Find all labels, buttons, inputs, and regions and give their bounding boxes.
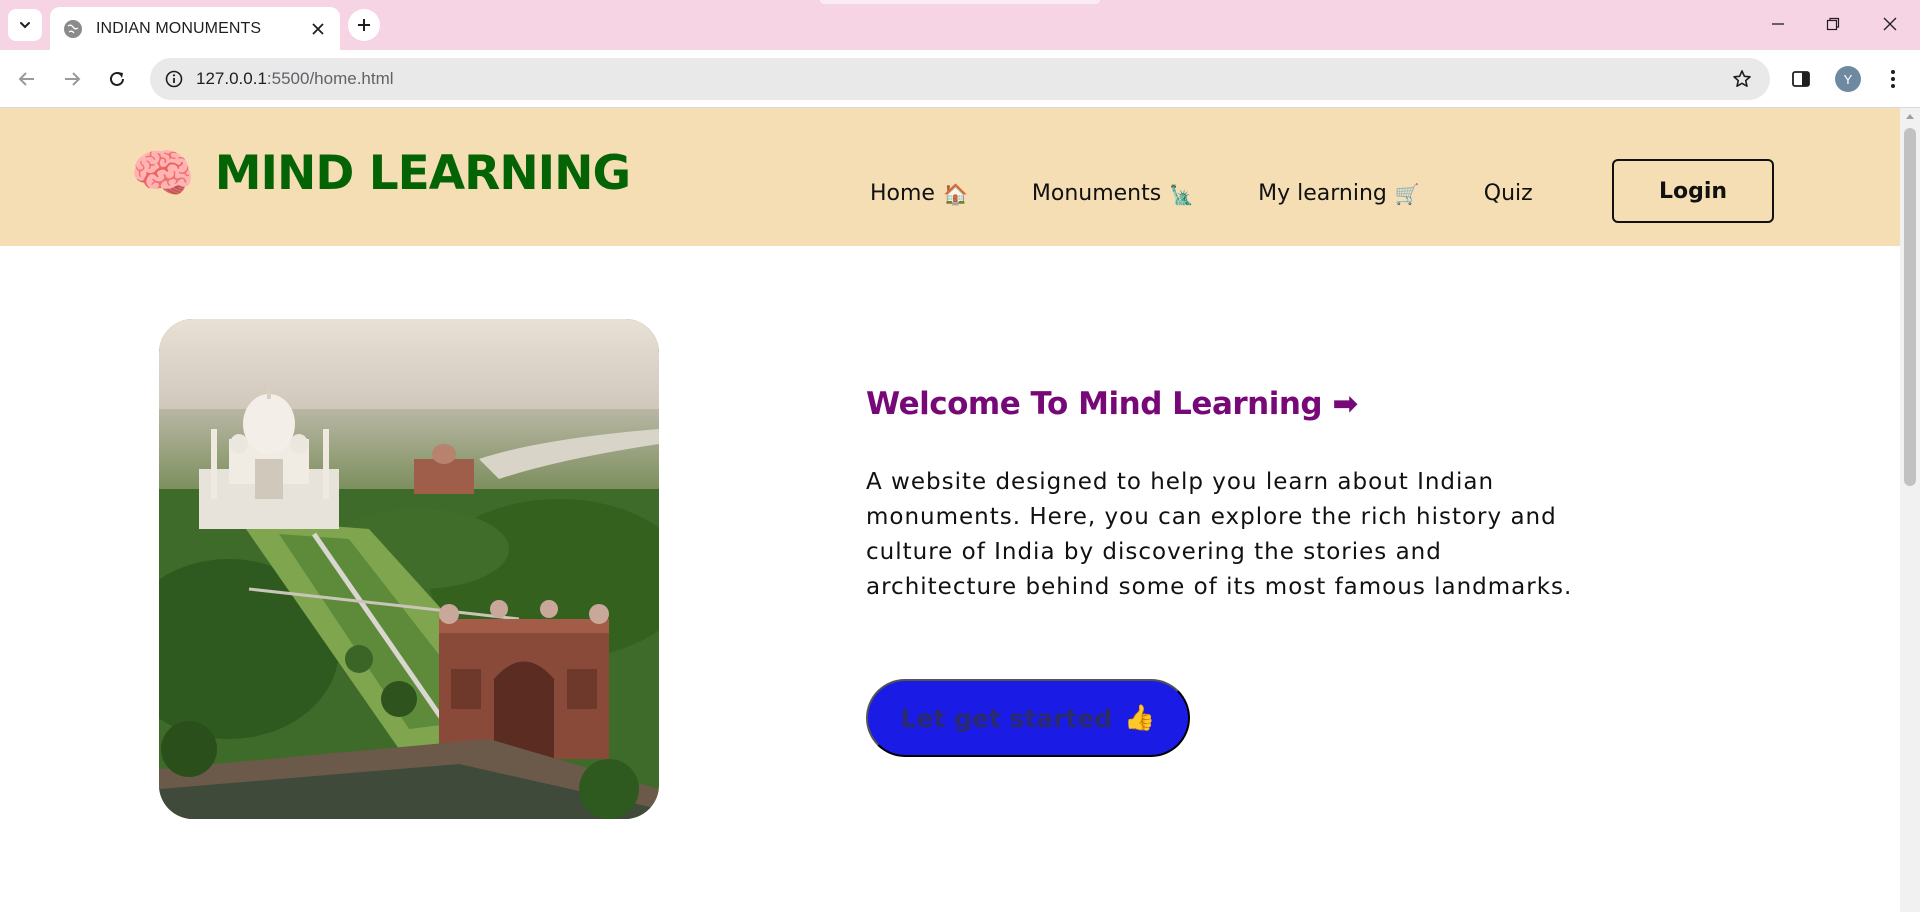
site-logo[interactable]: 🧠 MIND LEARNING	[130, 144, 631, 203]
cta-label: Let get started	[900, 703, 1113, 733]
reload-icon	[110, 71, 124, 86]
nav-label: Quiz	[1483, 181, 1533, 206]
bookmark-star-icon[interactable]	[1730, 67, 1754, 91]
scrollbar-thumb[interactable]	[1904, 128, 1916, 486]
url-path: :5500/home.html	[266, 69, 394, 88]
nav-label: Monuments	[1031, 181, 1162, 206]
window-notch	[820, 0, 1100, 4]
get-started-button[interactable]: Let get started 👍	[866, 679, 1190, 757]
page-scrollbar[interactable]	[1900, 108, 1920, 912]
reload-button[interactable]	[100, 62, 134, 96]
minimize-button[interactable]	[1760, 8, 1796, 40]
minimize-icon	[1772, 23, 1784, 25]
site-info-icon[interactable]	[162, 67, 186, 91]
welcome-heading: Welcome To Mind Learning ➡	[866, 386, 1358, 422]
browser-tab[interactable]: INDIAN MONUMENTS	[50, 7, 340, 50]
back-button[interactable]	[10, 62, 44, 96]
page-viewport: 🧠 MIND LEARNING Home 🏠 Monuments 🗽 My lear…	[0, 108, 1900, 912]
nav-link-my-learning[interactable]: My learning 🛒	[1258, 181, 1420, 206]
url-text: 127.0.0.1:5500/home.html	[196, 69, 394, 89]
taj-mahal-image	[159, 319, 659, 819]
profile-avatar[interactable]: Y	[1835, 66, 1861, 92]
statue-of-liberty-icon: 🗽	[1169, 181, 1195, 206]
arrow-right-icon	[65, 72, 81, 86]
scroll-up-icon[interactable]	[1906, 114, 1914, 119]
address-bar[interactable]: 127.0.0.1:5500/home.html	[150, 58, 1770, 100]
close-window-button[interactable]	[1872, 8, 1908, 40]
close-tab-icon[interactable]	[308, 19, 328, 39]
nav-link-quiz[interactable]: Quiz	[1484, 181, 1533, 206]
forward-button[interactable]	[55, 62, 89, 96]
side-panel-icon[interactable]	[1788, 66, 1814, 92]
tab-search-button[interactable]	[8, 9, 42, 41]
nav-link-monuments[interactable]: Monuments 🗽	[1032, 181, 1194, 206]
cart-icon: 🛒	[1394, 181, 1420, 206]
nav-label: My learning	[1258, 181, 1387, 206]
brain-icon: 🧠	[130, 144, 195, 203]
site-header: 🧠 MIND LEARNING Home 🏠 Monuments 🗽 My lear…	[0, 108, 1900, 246]
thumbs-up-icon: 👍	[1124, 703, 1156, 732]
close-icon	[1883, 17, 1897, 31]
hero-description: A website designed to help you learn abo…	[866, 469, 1573, 600]
plus-icon	[358, 19, 370, 31]
tab-title: INDIAN MONUMENTS	[96, 19, 262, 37]
new-tab-button[interactable]	[348, 9, 380, 41]
browser-toolbar: 127.0.0.1:5500/home.html Y	[0, 50, 1920, 108]
restore-icon	[1826, 17, 1840, 31]
restore-button[interactable]	[1815, 8, 1851, 40]
kebab-menu-icon[interactable]	[1880, 66, 1906, 92]
globe-icon	[64, 19, 82, 38]
url-host: 127.0.0.1	[196, 69, 267, 88]
main-nav: Home 🏠 Monuments 🗽 My learning 🛒 Quiz	[870, 181, 1597, 206]
brand-name: MIND LEARNING	[214, 146, 631, 201]
nav-link-home[interactable]: Home 🏠	[870, 181, 968, 206]
nav-label: Home	[870, 181, 935, 206]
browser-tabstrip: INDIAN MONUMENTS	[0, 0, 1920, 50]
chevron-down-icon	[20, 22, 30, 29]
house-icon: 🏠	[942, 181, 968, 206]
login-button[interactable]: Login	[1612, 159, 1774, 223]
arrow-left-icon	[18, 72, 34, 86]
